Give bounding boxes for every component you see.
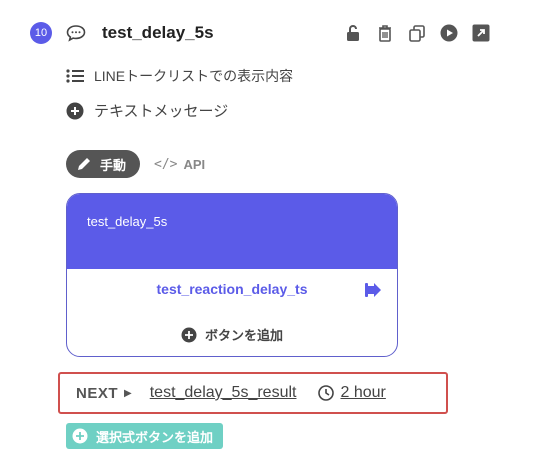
unlock-icon[interactable] bbox=[344, 24, 362, 42]
card-action-button[interactable]: test_reaction_delay_ts bbox=[67, 281, 397, 297]
delay-link[interactable]: 2 hour bbox=[318, 384, 386, 402]
sign-out-icon[interactable] bbox=[365, 281, 383, 299]
copy-icon[interactable] bbox=[408, 24, 426, 42]
chat-bubble-icon bbox=[66, 23, 86, 43]
add-choice-label: 選択式ボタンを追加 bbox=[96, 429, 214, 445]
external-link-icon[interactable] bbox=[472, 24, 490, 42]
api-mode-label: API bbox=[183, 156, 206, 172]
next-target-link[interactable]: test_delay_5s_result bbox=[150, 384, 297, 402]
header-actions bbox=[344, 24, 490, 42]
delay-value: 2 hour bbox=[340, 384, 386, 401]
plus-circle-icon bbox=[66, 102, 84, 120]
step-header: 10 test_delay_5s bbox=[30, 20, 490, 46]
page-title: test_delay_5s bbox=[102, 23, 214, 42]
mode-switch: 手動 </> API bbox=[66, 150, 205, 178]
plus-circle-icon bbox=[181, 327, 197, 343]
card-title: test_delay_5s bbox=[87, 214, 168, 229]
list-icon bbox=[66, 67, 84, 85]
api-mode-button[interactable]: </> API bbox=[154, 157, 205, 172]
plus-circle-icon bbox=[72, 428, 88, 444]
message-card: test_delay_5s test_reaction_delay_ts ボタン… bbox=[66, 193, 398, 357]
pencil-icon bbox=[76, 156, 92, 172]
card-header[interactable]: test_delay_5s bbox=[67, 194, 397, 269]
manual-mode-label: 手動 bbox=[100, 157, 127, 173]
add-button-action[interactable]: ボタンを追加 bbox=[67, 325, 397, 344]
next-label: NEXT bbox=[76, 384, 119, 402]
next-step-box: NEXT ▶ test_delay_5s_result 2 hour bbox=[58, 372, 448, 414]
play-arrow-icon: ▶ bbox=[124, 387, 132, 399]
list-display-row[interactable]: LINEトークリストでの表示内容 bbox=[66, 66, 293, 86]
step-number-badge: 10 bbox=[30, 22, 52, 44]
text-message-label: テキストメッセージ bbox=[94, 103, 229, 120]
play-icon[interactable] bbox=[440, 24, 458, 42]
text-message-row[interactable]: テキストメッセージ bbox=[66, 100, 228, 121]
manual-mode-button[interactable]: 手動 bbox=[66, 150, 141, 178]
clock-icon bbox=[318, 385, 335, 401]
add-button-label: ボタンを追加 bbox=[204, 328, 283, 343]
add-choice-button[interactable]: 選択式ボタンを追加 bbox=[66, 423, 224, 449]
code-icon: </> bbox=[154, 156, 178, 172]
trash-icon[interactable] bbox=[376, 24, 394, 42]
list-display-label: LINEトークリストでの表示内容 bbox=[94, 68, 294, 84]
